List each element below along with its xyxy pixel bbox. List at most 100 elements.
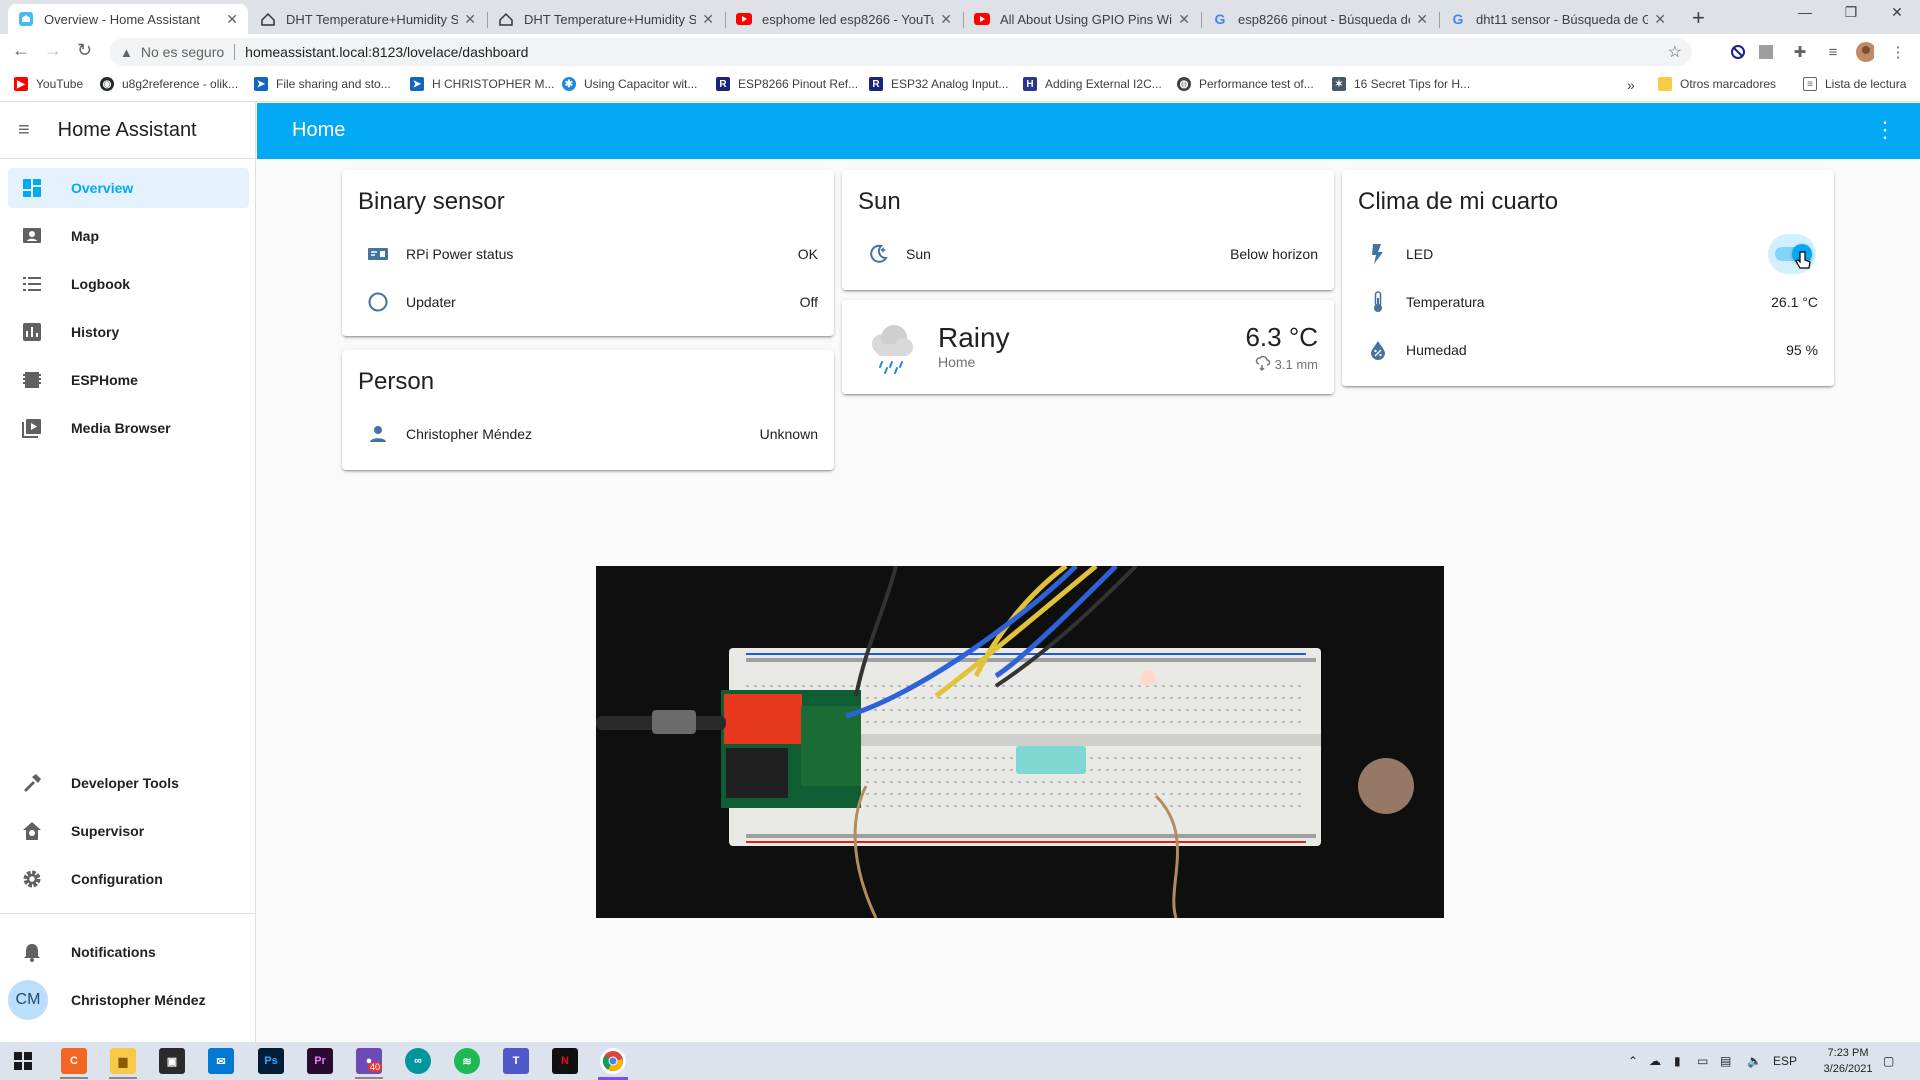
close-window-button[interactable]: ✕ [1874,4,1920,21]
mail-icon[interactable]: ✉ [208,1048,234,1074]
close-tab-icon[interactable]: ✕ [1416,11,1428,28]
overflow-menu-icon[interactable]: ⋮ [1874,117,1896,143]
tab-google-dht11[interactable]: G dht11 sensor - Búsqueda de Goo ✕ [1440,4,1676,34]
bookmark-u8g2reference[interactable]: ◉ u8g2reference - olik... [100,77,238,91]
spotify-icon[interactable]: ≋ [454,1048,480,1074]
entity-row-rpi-power[interactable]: RPi Power status OK [358,234,818,274]
netflix-icon[interactable]: N [552,1048,578,1074]
tab-dht-1[interactable]: DHT Temperature+Humidity Sen ✕ [250,4,486,34]
sidebar-item-esphome[interactable]: ESPHome [8,360,249,400]
app-title: Home Assistant [57,119,197,141]
url-text[interactable]: homeassistant.local:8123/lovelace/dashbo… [245,44,528,60]
clock[interactable]: 7:23 PM 3/26/2021 [1808,1045,1888,1077]
store-icon[interactable]: ▣ [159,1048,185,1074]
entity-row-temperatura[interactable]: Temperatura 26.1 °C [1358,282,1818,322]
back-button[interactable]: ← [12,40,30,61]
battery-icon[interactable]: ▭ [1697,1054,1708,1068]
windows-start-icon[interactable] [10,1048,36,1074]
app-header: Home ⋮ [257,103,1920,159]
sidebar-item-logbook[interactable]: Logbook [8,264,249,304]
star-icon[interactable]: ☆ [1668,42,1682,62]
c-app-icon[interactable]: C [61,1048,87,1074]
entity-row-sun[interactable]: Sun Below horizon [858,234,1318,274]
teams-icon[interactable]: T [503,1048,529,1074]
sidebar-item-notifications[interactable]: Notifications [8,932,249,972]
sidebar-item-overview[interactable]: Overview [8,168,249,208]
reading-list[interactable]: ≡ Lista de lectura [1803,77,1906,91]
bookmark-secret-tips[interactable]: ✶ 16 Secret Tips for H... [1332,77,1470,91]
security-label[interactable]: No es seguro [141,44,224,60]
reading-list-icon[interactable]: ≡ [1824,43,1842,61]
sidebar-item-configuration[interactable]: Configuration [8,859,249,899]
tab-google-esp8266[interactable]: G esp8266 pinout - Búsqueda de G ✕ [1202,4,1438,34]
sidebar-item-map[interactable]: Map [8,216,249,256]
premiere-icon[interactable]: Pr [307,1048,333,1074]
bell-icon [20,940,44,964]
menu-toggle-icon[interactable]: ≡ [18,119,30,142]
reload-button[interactable]: ↻ [77,40,92,61]
bookmark-i2c[interactable]: H Adding External I2C... [1023,77,1162,91]
entity-row-humedad[interactable]: Humedad 95 % [1358,330,1818,370]
sidebar-item-developer-tools[interactable]: Developer Tools [8,763,249,803]
language-indicator[interactable]: ESP [1773,1054,1797,1068]
bookmark-esp8266-pinout[interactable]: R ESP8266 Pinout Ref... [716,77,858,91]
close-tab-icon[interactable]: ✕ [464,11,476,28]
globe-icon: ◍ [1177,77,1191,91]
file-explorer-icon[interactable]: ▆ [110,1048,136,1074]
extension-icon[interactable] [1757,43,1775,61]
notification-badge: 40 [368,1062,383,1072]
card-title: Clima de mi cuarto [1358,188,1559,215]
cloud-icon[interactable]: ☁ [1649,1054,1661,1068]
entity-row-updater[interactable]: Updater Off [358,282,818,322]
bookmark-performance[interactable]: ◍ Performance test of... [1177,77,1314,91]
user-name: Christopher Méndez [71,992,206,1008]
close-tab-icon[interactable]: ✕ [702,11,714,28]
close-tab-icon[interactable]: ✕ [1654,11,1666,28]
bookmark-christopher[interactable]: ➤ H CHRISTOPHER M... [410,77,554,91]
entity-row-led[interactable]: LED [1358,234,1818,274]
sidebar-item-profile[interactable]: CM Christopher Méndez [8,980,249,1020]
tab-overview-home-assistant[interactable]: Overview - Home Assistant ✕ [8,4,248,34]
photoshop-icon[interactable]: Ps [258,1048,284,1074]
bookmark-esp32-analog[interactable]: R ESP32 Analog Input... [869,77,1008,91]
action-center-icon[interactable]: ▢ [1883,1054,1894,1068]
new-tab-button[interactable]: + [1692,5,1705,31]
profile-avatar-icon[interactable] [1856,42,1874,62]
arduino-icon[interactable]: ∞ [405,1048,431,1074]
close-tab-icon[interactable]: ✕ [226,11,238,28]
youtube-icon [974,11,990,27]
other-bookmarks[interactable]: Otros marcadores [1658,77,1776,91]
sidebar-item-history[interactable]: History [8,312,249,352]
random-nerd-icon: R [869,77,883,91]
person-icon [366,422,390,446]
bookmark-capacitor[interactable]: ✱ Using Capacitor wit... [562,77,697,91]
minimize-button[interactable]: — [1782,4,1828,20]
sidebar-item-supervisor[interactable]: Supervisor [8,811,249,851]
random-nerd-icon: R [716,77,730,91]
tab-youtube-esphome[interactable]: esphome led esp8266 - YouTube ✕ [726,4,962,34]
arrow-icon: ➤ [254,77,268,91]
tab-dht-2[interactable]: DHT Temperature+Humidity Sen ✕ [488,4,724,34]
forward-button[interactable]: → [44,40,62,61]
microphone-icon[interactable]: ▮ [1674,1054,1681,1068]
browser-menu-icon[interactable]: ⋮ [1889,43,1907,61]
puzzle-icon[interactable]: ✚ [1791,43,1809,61]
restore-button[interactable]: ❐ [1828,4,1874,21]
weather-card[interactable]: Rainy Home 6.3 °C 3.1 mm [842,300,1334,394]
volume-icon[interactable]: 🔈 [1747,1054,1762,1068]
tab-youtube-gpio[interactable]: All About Using GPIO Pins With E ✕ [964,4,1200,34]
bookmark-file-sharing[interactable]: ➤ File sharing and sto... [254,77,391,91]
entity-row-person[interactable]: Christopher Méndez Unknown [358,414,818,454]
address-bar[interactable]: ▲ No es seguro homeassistant.local:8123/… [110,38,1692,66]
close-tab-icon[interactable]: ✕ [940,11,952,28]
bookmark-youtube[interactable]: ▶ YouTube [14,77,83,91]
chrome-icon[interactable] [600,1048,626,1074]
more-bookmarks-button[interactable]: » [1627,77,1635,93]
network-icon[interactable]: ▤ [1720,1054,1731,1068]
tray-chevron-icon[interactable]: ⌃ [1628,1054,1638,1068]
sidebar-item-media-browser[interactable]: Media Browser [8,408,249,448]
youtube-icon: ▶ [14,77,28,91]
block-extension-icon[interactable] [1729,43,1747,61]
close-tab-icon[interactable]: ✕ [1178,11,1190,28]
weather-pouring-icon [1255,355,1271,374]
